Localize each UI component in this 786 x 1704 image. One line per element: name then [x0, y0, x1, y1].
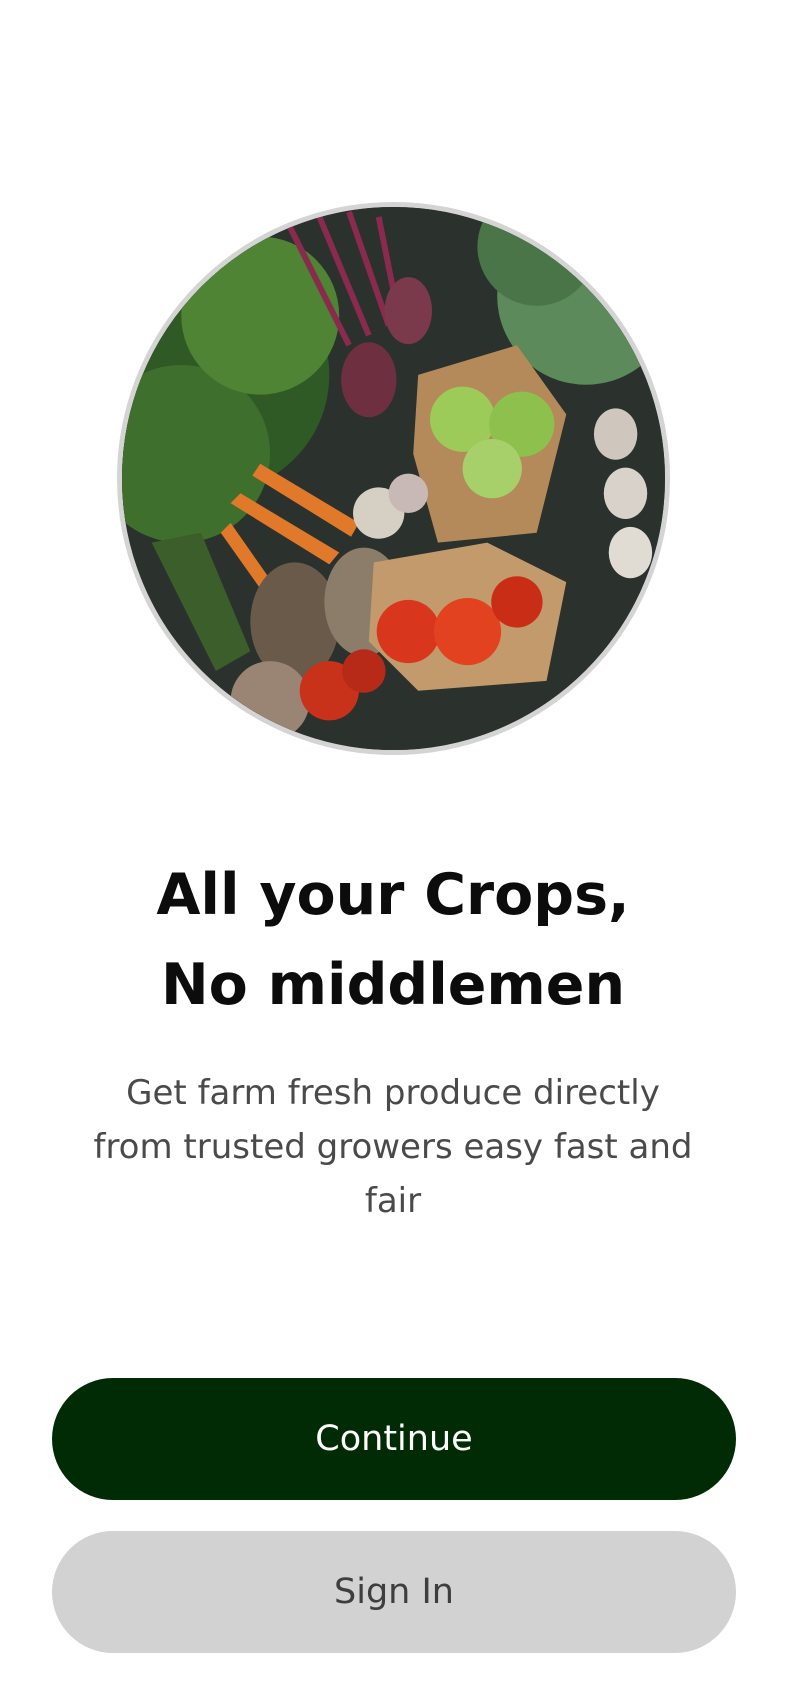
sign-in-button[interactable]: Sign In	[52, 1531, 736, 1653]
continue-button[interactable]: Continue	[52, 1378, 736, 1500]
hero-produce-image	[117, 202, 670, 755]
headline-line-1: All your Crops,	[156, 862, 630, 928]
subtitle: Get farm fresh produce directly from tru…	[93, 1073, 693, 1221]
produce-illustration	[122, 207, 665, 750]
headline-line-2: No middlemen	[160, 952, 626, 1018]
headline: All your Crops, No middlemen	[0, 850, 786, 1030]
